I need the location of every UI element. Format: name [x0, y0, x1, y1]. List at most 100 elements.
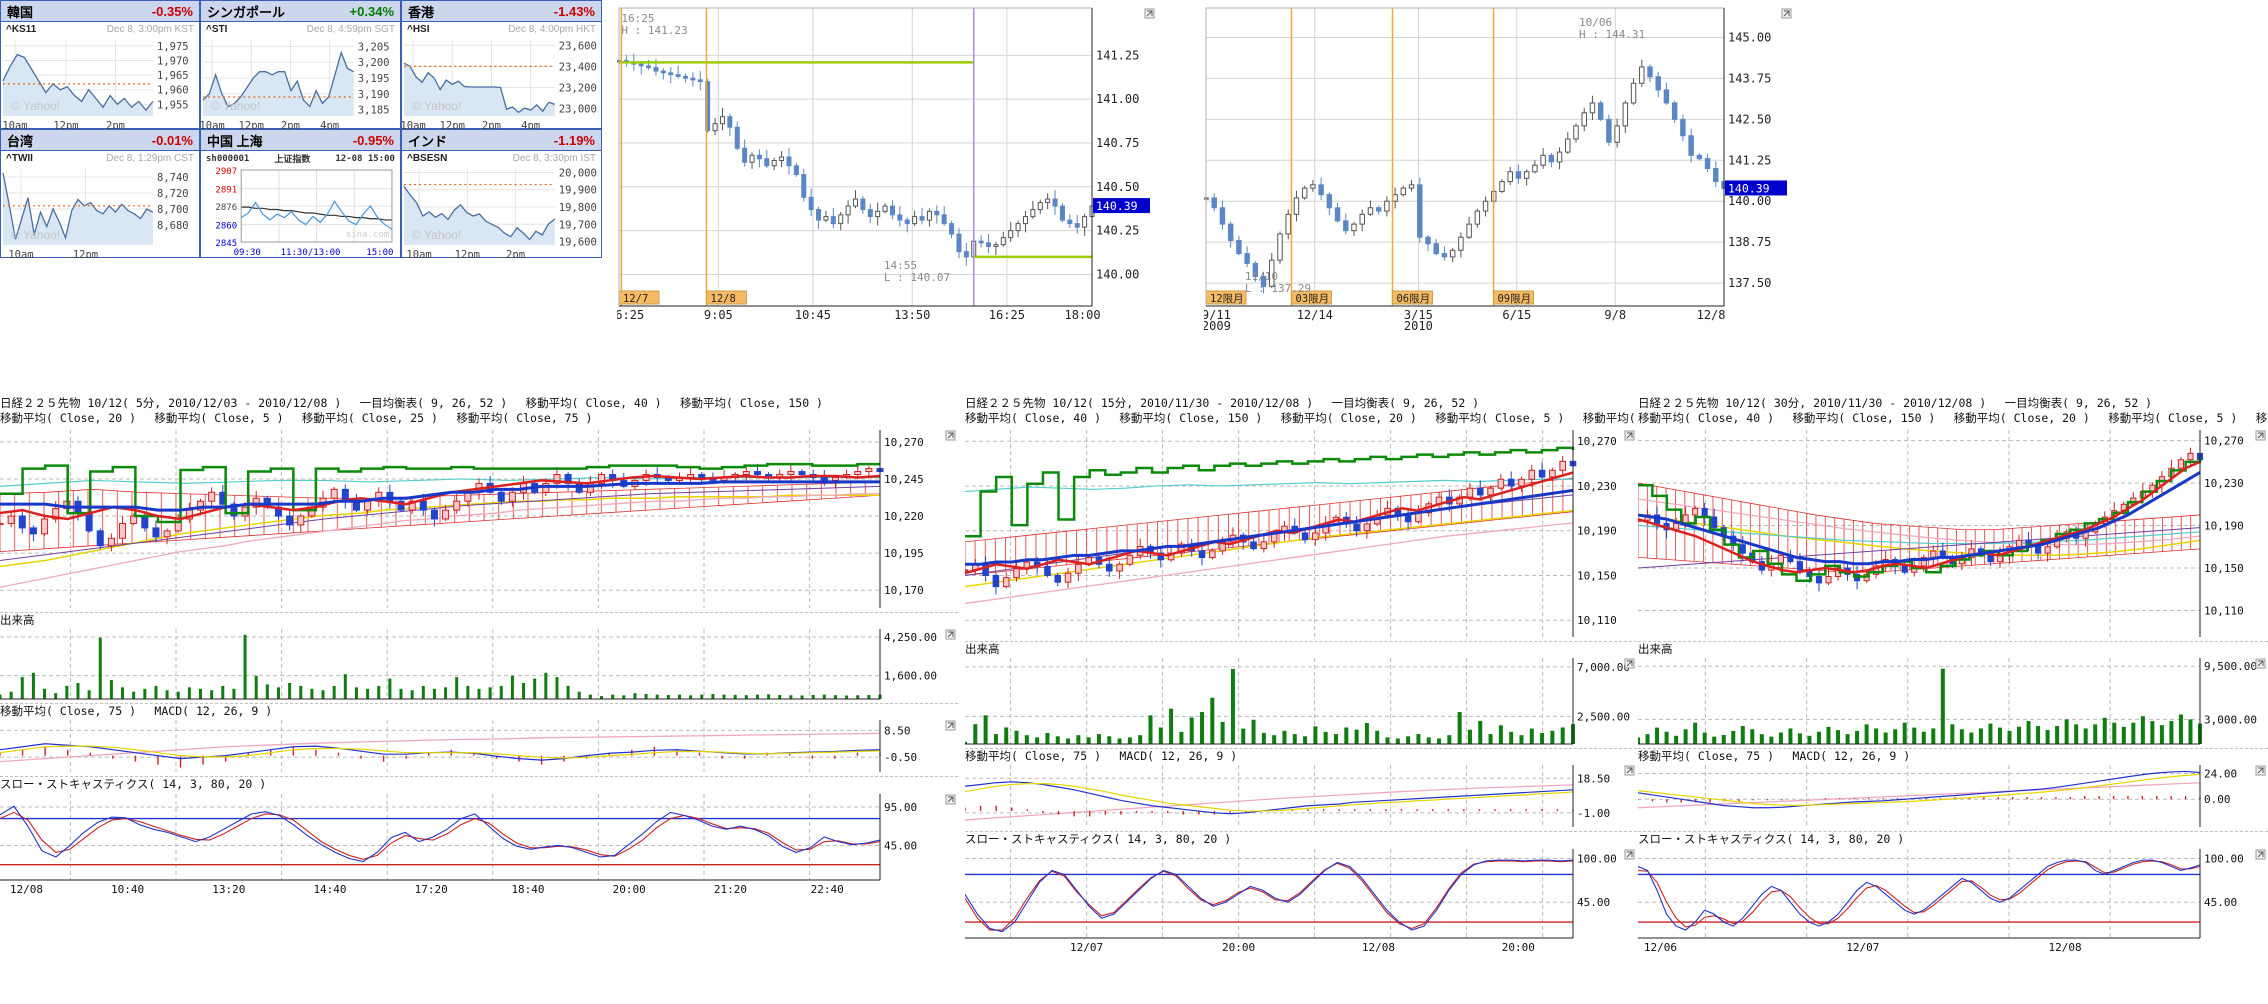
y-tick-label: 140.25	[1096, 224, 1139, 238]
y-tick-label: 45.00	[1577, 896, 1610, 909]
y-tick-label: 23,200	[559, 83, 597, 95]
volume-panel-label: 出来高	[0, 612, 958, 627]
market-symbol: ^HSI	[407, 24, 430, 35]
x-tick-label: 10:40	[111, 883, 144, 896]
shanghai-mini-chart: 2907289128762860284509:3011:30/13:0015:0…	[201, 166, 400, 258]
x-tick-label: 12/8	[1697, 308, 1726, 322]
chart-subtitle: 移動平均( Close, 40 ) 移動平均( Close, 150 ) 移動平…	[1638, 411, 2268, 426]
a_sto-svg: 95.0045.0012/0810:4013:2014:4017:2018:40…	[0, 791, 958, 909]
y-tick-label: 10,190	[2204, 520, 2244, 533]
y-tick-label: 143.75	[1728, 71, 1771, 85]
market-subheader: ^KS11 Dec 8, 3:00pm KST	[1, 22, 199, 37]
a_vol-svg: 4,250.001,600.00	[0, 627, 958, 703]
y-tick-label: 19,600	[559, 237, 597, 249]
y-tick-label: 145.00	[1728, 30, 1771, 44]
y-tick-label: 1,600.00	[884, 670, 937, 683]
y-tick-label: 8.50	[884, 724, 911, 737]
market-header: インド -1.19%	[402, 130, 601, 151]
x-tick-label: 12/08	[2049, 941, 2082, 954]
market-panel-taiwan[interactable]: 台湾 -0.01% ^TWII Dec 8, 1:29pm CST 8,7408…	[0, 129, 200, 258]
y-tick-label: 8,680	[157, 220, 189, 232]
y-tick-label: 8,740	[157, 172, 189, 184]
y-tick-label: 1,975	[157, 41, 189, 53]
y-tick-label: 10,270	[1577, 435, 1617, 448]
y-tick-label: 10,150	[1577, 569, 1617, 582]
y-tick-label: 45.00	[884, 839, 917, 852]
market-panel-india[interactable]: インド -1.19% ^BSESN Dec 8, 3:30pm IST 20,0…	[401, 129, 602, 258]
chart-title: 日経２２５先物 10/12( 30分, 2010/11/30 - 2010/12…	[1638, 396, 2268, 411]
y-tick-label: 2907	[215, 167, 237, 177]
y-tick-label: 10,170	[884, 584, 924, 597]
x-tick-label: 10am	[406, 249, 431, 258]
x-tick-label: 12/07	[1846, 941, 1879, 954]
y-tick-label: 3,195	[358, 73, 390, 85]
x-tick-label: 12pm	[239, 120, 264, 129]
watermark: © Yahoo!	[211, 99, 260, 113]
y-tick-label: 10,245	[884, 473, 924, 486]
x-tick-label: 13:20	[212, 883, 245, 896]
y-tick-label: 1,970	[157, 55, 189, 67]
market-change-badge: -1.19%	[554, 133, 595, 148]
y-tick-label: 10,150	[2204, 562, 2244, 575]
x-tick-label: 12pm	[73, 249, 98, 258]
x-tick-label: 17:20	[415, 883, 448, 896]
fx_daily-svg: 145.00143.75142.50141.25140.00138.75137.…	[1204, 0, 1794, 332]
x-tick-label: 2pm	[506, 249, 525, 258]
y-tick-label: 3,200	[358, 57, 390, 69]
y-tick-label: 10,110	[1577, 614, 1617, 627]
y-tick-label: 2,500.00	[1577, 710, 1630, 723]
hsi-svg: 23,60023,40023,20023,00010am12pm2pm4pm© …	[402, 37, 601, 129]
chart-annotation: H : 144.31	[1579, 28, 1645, 41]
y-tick-label: 1,955	[157, 99, 189, 111]
y-tick-label: 3,000.00	[2204, 713, 2257, 726]
trading-dashboard: 韓国 -0.35% ^KS11 Dec 8, 3:00pm KST 1,975 1…	[0, 0, 2268, 1004]
x-tick-label: 14:40	[313, 883, 346, 896]
y-tick-label: 137.50	[1728, 276, 1771, 290]
stochastics-panel: 100.0045.0012/0612/0712/08	[1638, 846, 2268, 967]
macd-panel-label: 移動平均( Close, 75 ) MACD( 12, 26, 9 )	[1638, 748, 2268, 763]
sh-svg: 2907289128762860284509:3011:30/13:0015:0…	[201, 166, 400, 258]
sti-svg: 3,2053,2003,1953,1903,18510am12pm2pm4pm©…	[201, 37, 400, 129]
market-panel-shanghai[interactable]: 中国 上海 -0.95% sh000001 上证指数 12-08 15:00 2…	[200, 129, 401, 258]
x-tick-label: 12/08	[10, 883, 43, 896]
market-symbol: sh000001	[206, 154, 249, 164]
market-change-badge: -0.01%	[152, 133, 193, 148]
volume-panel-label: 出来高	[1638, 641, 2268, 656]
y-tick-label: 9,500.00	[2204, 660, 2257, 673]
volume-panel: 4,250.001,600.00	[0, 627, 958, 703]
market-subheader: ^TWII Dec 8, 1:29pm CST	[1, 151, 199, 166]
market-symbol: ^KS11	[6, 24, 36, 35]
y-tick-label: 10,110	[2204, 604, 2244, 617]
y-tick-label: 23,400	[559, 61, 597, 73]
market-timestamp: Dec 8, 4:00pm HKT	[508, 24, 596, 35]
y-tick-label: 10,230	[2204, 477, 2244, 490]
market-header: 韓国 -0.35%	[1, 1, 199, 22]
market-panel-korea[interactable]: 韓国 -0.35% ^KS11 Dec 8, 3:00pm KST 1,975 1…	[0, 0, 200, 129]
market-panel-singapore[interactable]: シンガポール +0.34% ^STI Dec 8, 4:59pm SGT 3,2…	[200, 0, 401, 129]
y-tick-label: 141.25	[1728, 153, 1771, 167]
x-tick-label: 2pm	[482, 120, 501, 129]
y-tick-label: 0.00	[2204, 793, 2231, 806]
x-tick-label: 16:25	[989, 308, 1025, 322]
x-tick-label: 21:20	[714, 883, 747, 896]
nikkei-5min-chart: 日経２２５先物 10/12( 5分, 2010/12/03 - 2010/12/…	[0, 396, 958, 909]
taiwan-mini-chart: 8,7408,7208,7008,68010am12pm© Yahoo!	[1, 166, 199, 258]
x-tick-label: 12pm	[440, 120, 465, 129]
y-tick-label: 140.00	[1096, 267, 1139, 281]
y-tick-label: 8,700	[157, 204, 189, 216]
stochastics-panel-label: スロー・ストキャスティクス( 14, 3, 80, 20 )	[0, 776, 958, 791]
volume-panel: 7,000.00 2,500.00	[965, 656, 1637, 748]
market-timestamp: Dec 8, 3:00pm KST	[107, 24, 194, 35]
market-change-badge: -0.95%	[353, 133, 394, 148]
x-tick-label: 16:25	[617, 308, 644, 322]
a_macd-svg: 8.50-0.50	[0, 718, 958, 776]
macd-panel-label: 移動平均( Close, 75 ) MACD( 12, 26, 9 )	[0, 703, 958, 718]
date-badge-label: 12/8	[711, 293, 736, 305]
index-name: 上证指数	[274, 152, 310, 165]
c_macd-svg: 24.000.00	[1638, 763, 2268, 831]
korea-mini-chart: 1,9751,9701,9651,9601,95510am12pm2pm© Ya…	[1, 37, 199, 129]
market-panel-hongkong[interactable]: 香港 -1.43% ^HSI Dec 8, 4:00pm HKT 23,6002…	[401, 0, 602, 129]
market-change-badge: +0.34%	[350, 4, 394, 19]
y-tick-label: 7,000.00	[1577, 661, 1630, 674]
market-timestamp: Dec 8, 1:29pm CST	[106, 153, 194, 164]
